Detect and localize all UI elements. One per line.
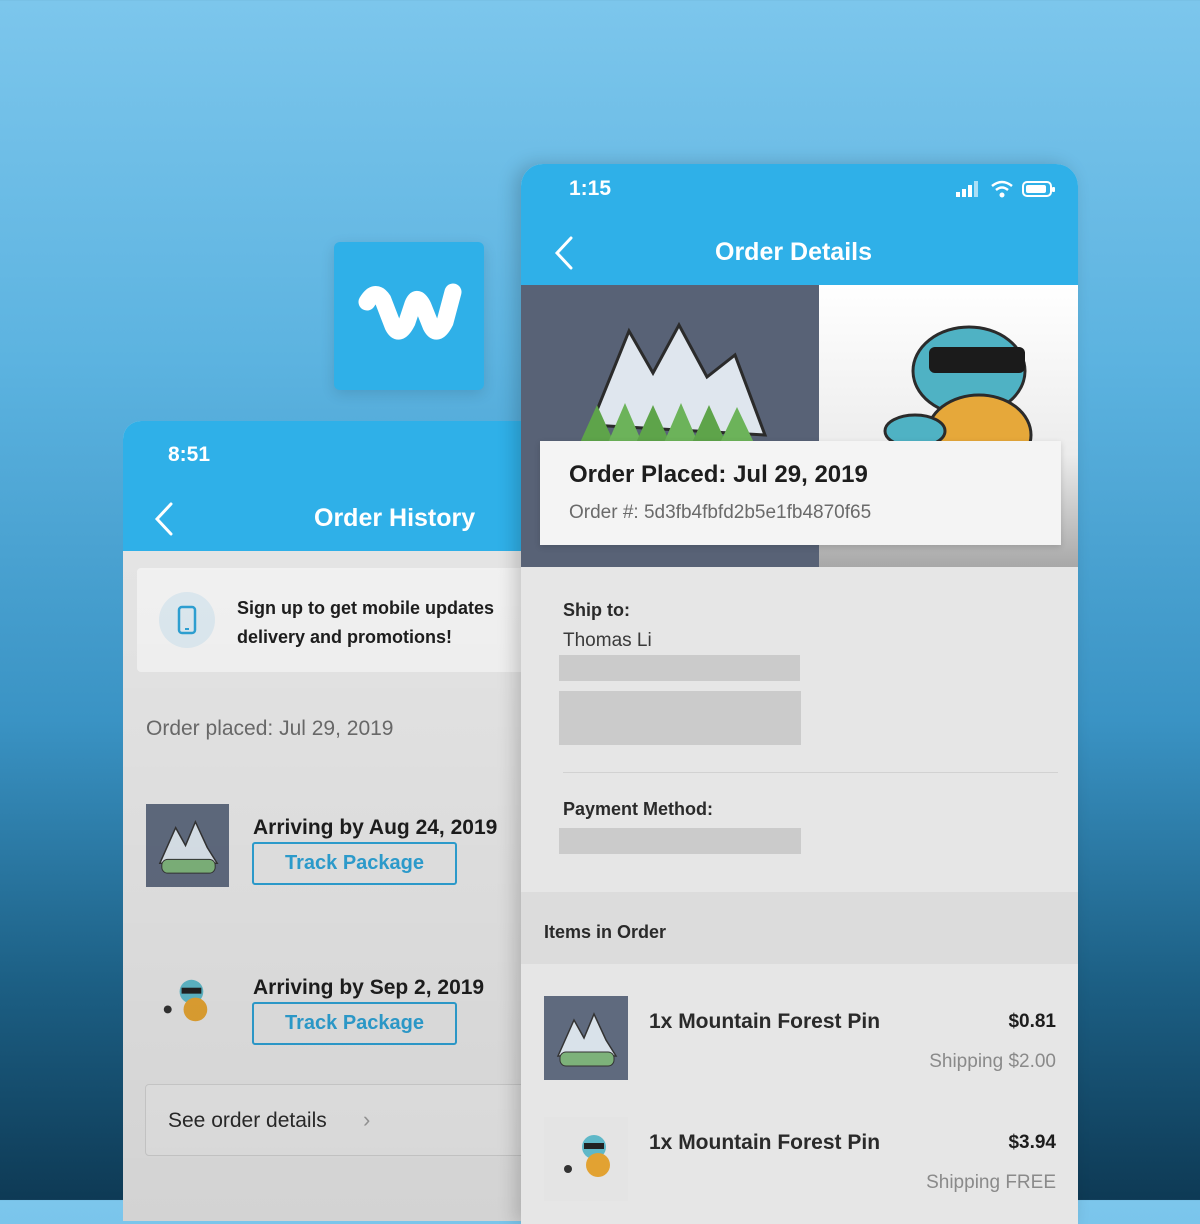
track-package-button[interactable]: Track Package <box>252 842 457 885</box>
order-details-screen: 1:15 Order Details Order Placed: Jul 29,… <box>521 164 1078 1224</box>
order-line-item[interactable]: 1x Mountain Forest Pin $0.81 Shipping $2… <box>521 996 1078 1106</box>
battery-icon <box>1022 181 1055 197</box>
ship-to-name: Thomas Li <box>563 630 652 651</box>
order-history-screen: 8:51 Order History Sign up to get mobile… <box>123 421 543 1221</box>
status-time: 1:15 <box>569 177 612 200</box>
payment-method-label: Payment Method: <box>563 799 714 819</box>
mountain-pin-thumbnail <box>146 804 229 887</box>
wish-logo-icon <box>334 242 484 390</box>
arrival-date: Arriving by Aug 24, 2019 <box>253 816 498 839</box>
status-icons <box>956 180 1056 198</box>
order-line-item[interactable]: 1x Mountain Forest Pin $3.94 Shipping FR… <box>521 1117 1078 1224</box>
order-number: Order #: 5d3fb4fbfd2b5e1fb4870f65 <box>569 502 872 523</box>
see-order-details-button[interactable]: See order details › <box>145 1084 543 1156</box>
wifi-icon <box>991 180 1013 198</box>
promo-text: Sign up to get mobile updates delivery a… <box>237 598 495 647</box>
item-name: 1x Mountain Forest Pin <box>649 1131 881 1154</box>
redacted-address <box>559 691 801 745</box>
signal-icon <box>956 181 978 197</box>
redacted-address <box>559 655 800 681</box>
order-details-header: 1:15 Order Details <box>521 164 1078 285</box>
sms-signup-banner[interactable]: Sign up to get mobile updates delivery a… <box>137 568 543 672</box>
see-order-details-label: See order details <box>168 1109 327 1132</box>
track-package-button[interactable]: Track Package <box>252 1002 457 1045</box>
page-title: Order Details <box>715 238 873 266</box>
item-price: $3.94 <box>1008 1132 1056 1153</box>
item-shipping: Shipping $2.00 <box>929 1051 1056 1072</box>
back-chevron-icon[interactable] <box>553 235 575 271</box>
items-in-order-label: Items in Order <box>544 922 667 942</box>
redacted-payment <box>559 828 801 854</box>
order-summary-card: Order Placed: Jul 29, 2019 Order #: 5d3f… <box>540 441 1061 545</box>
divider <box>563 772 1058 773</box>
order-history-header: 8:51 Order History <box>123 421 543 551</box>
order-placed-date: Order placed: Jul 29, 2019 <box>146 717 394 740</box>
mountain-pin-thumbnail <box>544 996 628 1080</box>
items-in-order-header: Items in Order <box>521 892 1078 964</box>
order-placed-date: Order Placed: Jul 29, 2019 <box>569 461 868 488</box>
item-price: $0.81 <box>1008 1011 1056 1032</box>
ship-to-label: Ship to: <box>563 600 630 620</box>
turtle-pin-thumbnail <box>146 964 229 1047</box>
item-name: 1x Mountain Forest Pin <box>649 1010 881 1033</box>
turtle-pin-thumbnail <box>544 1117 628 1201</box>
item-shipping: Shipping FREE <box>926 1172 1056 1193</box>
chevron-right-icon: › <box>363 1107 371 1132</box>
back-chevron-icon[interactable] <box>153 501 175 537</box>
arrival-date: Arriving by Sep 2, 2019 <box>253 976 485 999</box>
phone-icon <box>159 592 215 648</box>
status-time: 8:51 <box>168 443 211 466</box>
page-title: Order History <box>314 504 476 532</box>
list-item: Arriving by Aug 24, 2019 Track Package <box>123 804 543 954</box>
